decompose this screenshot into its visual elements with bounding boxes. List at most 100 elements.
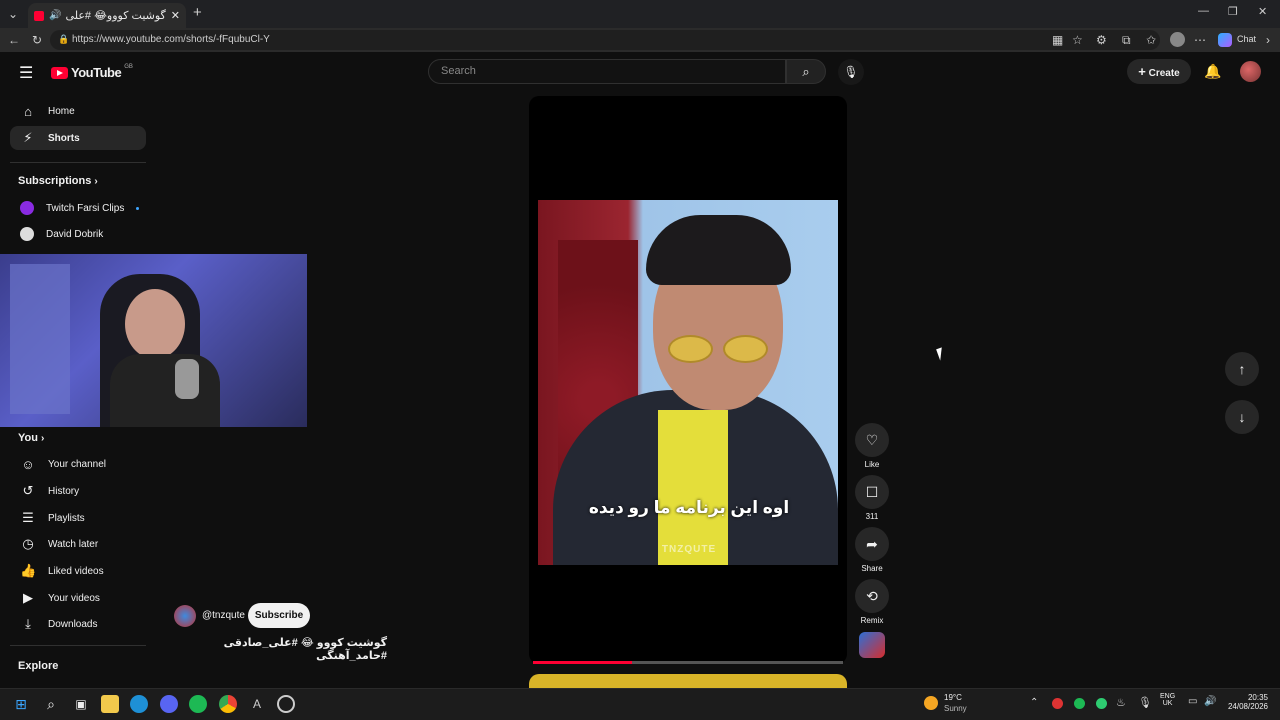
sidebar-item-watch-later[interactable]: ◷ Watch later: [10, 532, 146, 556]
language-indicator[interactable]: ENG UK: [1160, 693, 1175, 707]
voice-search-button[interactable]: 🎙: [838, 59, 864, 85]
new-tab-icon[interactable]: +: [193, 4, 202, 21]
remix-icon: ⟲: [866, 588, 878, 604]
microphone-tray-icon[interactable]: 🎙: [1138, 696, 1152, 709]
volume-icon[interactable]: 🔊: [1204, 696, 1216, 707]
obs-icon[interactable]: [277, 695, 295, 713]
sidebar-item-label: Liked videos: [48, 565, 104, 577]
hamburger-menu-icon[interactable]: ☰: [19, 63, 33, 83]
sound-thumbnail[interactable]: [859, 632, 885, 658]
sidebar-divider: [10, 162, 146, 163]
sidebar-item-history[interactable]: ↺ History: [10, 479, 146, 503]
notifications-bell-icon[interactable]: 🔔: [1204, 63, 1221, 80]
sidebar-item-your-videos[interactable]: ▶ Your videos: [10, 586, 146, 610]
browser-tab[interactable]: 🔊 گوشیت کووو😂 #علی_صادق ✕: [28, 3, 186, 28]
channel-avatar-icon: [20, 227, 34, 241]
lock-icon[interactable]: 🔒: [58, 34, 69, 45]
you-title[interactable]: You ›: [18, 432, 44, 444]
chrome-icon[interactable]: [219, 695, 237, 713]
app-icon[interactable]: ▦: [1052, 28, 1063, 52]
explore-title: Explore: [18, 660, 59, 672]
chevron-right-icon: ›: [94, 176, 98, 187]
streamer-shirt: [110, 354, 220, 427]
sidebar-item-downloads[interactable]: ⤓ Downloads: [10, 612, 146, 636]
profile-avatar[interactable]: [1170, 32, 1185, 47]
url-input[interactable]: https://www.youtube.com/shorts/-fFqubuCl…: [50, 30, 1160, 50]
sidebar-item-david-dobrik[interactable]: David Dobrik: [10, 222, 146, 246]
share-button[interactable]: ➦: [855, 527, 889, 561]
sidebar-item-label: Watch later: [48, 538, 99, 550]
short-title: گوشیت کووو 😂 #علی_صادقی #حامد_آهنگی: [223, 637, 387, 662]
split-screen-icon[interactable]: ⧉: [1122, 28, 1131, 52]
windows-start-icon[interactable]: ⊞: [12, 695, 30, 713]
channel-avatar[interactable]: [174, 605, 196, 627]
display-icon[interactable]: ▭: [1188, 696, 1197, 707]
previous-short-button[interactable]: ↑: [1225, 352, 1259, 386]
clock[interactable]: 20:35 24/08/2026: [1226, 693, 1268, 711]
copilot-icon[interactable]: [1218, 33, 1232, 47]
sidebar-item-liked-videos[interactable]: 👍 Liked videos: [10, 559, 146, 583]
spotify-icon[interactable]: [189, 695, 207, 713]
collections-icon[interactable]: ✩: [1146, 28, 1156, 52]
steam-icon[interactable]: ♨: [1116, 696, 1126, 709]
task-view-icon[interactable]: ▣: [72, 695, 90, 713]
sidebar-item-your-channel[interactable]: ☺ Your channel: [10, 452, 146, 476]
sidebar-item-playlists[interactable]: ☰ Playlists: [10, 506, 146, 530]
video-progress-fill: [533, 661, 633, 664]
next-short-button[interactable]: ↓: [1225, 400, 1259, 434]
sidebar-item-label: Your videos: [48, 592, 100, 604]
sidebar-item-shorts[interactable]: ⚡ Shorts: [10, 126, 146, 150]
sidebar-item-home[interactable]: ⌂ Home: [10, 99, 146, 123]
back-icon[interactable]: ←: [8, 28, 20, 52]
edge-browser-icon[interactable]: [130, 695, 148, 713]
download-icon: ⤓: [25, 616, 31, 631]
remix-label: Remix: [860, 616, 884, 625]
search-button[interactable]: ⌕: [786, 59, 826, 84]
tray-app-icon[interactable]: [1052, 698, 1063, 709]
file-explorer-icon[interactable]: [101, 695, 119, 713]
account-avatar[interactable]: [1240, 61, 1261, 82]
next-short-preview[interactable]: [529, 674, 847, 688]
video-progress-track[interactable]: [533, 661, 843, 664]
video-icon: ▶: [23, 590, 33, 605]
search-icon[interactable]: ⌕: [42, 695, 60, 713]
refresh-icon[interactable]: ↻: [32, 28, 42, 52]
youtube-logo[interactable]: YouTube GB: [51, 64, 133, 80]
home-icon: ⌂: [24, 103, 32, 119]
restore-icon[interactable]: ❐: [1228, 5, 1238, 18]
arrow-down-icon: ↓: [1238, 409, 1246, 425]
close-tab-icon[interactable]: ✕: [171, 9, 180, 22]
more-menu-icon[interactable]: ⋯: [1194, 28, 1206, 52]
youtube-play-icon: [51, 66, 68, 79]
weather-sun-icon[interactable]: [924, 696, 938, 710]
presenter-shirt: [658, 410, 728, 565]
minimize-icon[interactable]: —: [1198, 5, 1209, 17]
shorts-player[interactable]: اوه این برنامه ما رو دیده TNZQUTE: [529, 96, 847, 664]
remix-button[interactable]: ⟲: [855, 579, 889, 613]
search-input[interactable]: Search: [428, 59, 786, 84]
video-watermark: TNZQUTE: [661, 544, 717, 555]
tray-status-icon[interactable]: [1096, 698, 1107, 709]
subscriptions-title[interactable]: Subscriptions ›: [18, 175, 98, 187]
comments-count: 311: [865, 512, 879, 521]
create-label: Create: [1148, 68, 1180, 79]
comment-icon: ☐: [865, 484, 879, 500]
extensions-icon[interactable]: ⚙: [1096, 28, 1107, 52]
app-icon[interactable]: A: [248, 695, 266, 713]
discord-icon[interactable]: [160, 695, 178, 713]
weather-temp[interactable]: 19°C: [944, 693, 962, 702]
like-button[interactable]: ♡: [855, 423, 889, 457]
subscribe-button[interactable]: Subscribe: [248, 603, 310, 628]
tab-list-icon[interactable]: ⌄: [8, 2, 18, 26]
spotify-tray-icon[interactable]: [1074, 698, 1085, 709]
speaker-icon[interactable]: 🔊: [49, 10, 61, 21]
comments-button[interactable]: ☐: [855, 475, 889, 509]
create-button[interactable]: + Create: [1127, 59, 1191, 84]
close-window-icon[interactable]: ✕: [1258, 5, 1267, 18]
sidebar-toggle-icon[interactable]: ›: [1266, 28, 1270, 52]
chevron-up-icon[interactable]: ⌃: [1030, 697, 1038, 708]
chat-button[interactable]: Chat: [1237, 34, 1256, 44]
channel-handle[interactable]: @tnzqute: [202, 610, 245, 621]
sidebar-item-twitch-farsi-clips[interactable]: Twitch Farsi Clips: [10, 196, 146, 220]
favorite-star-icon[interactable]: ☆: [1072, 28, 1083, 52]
